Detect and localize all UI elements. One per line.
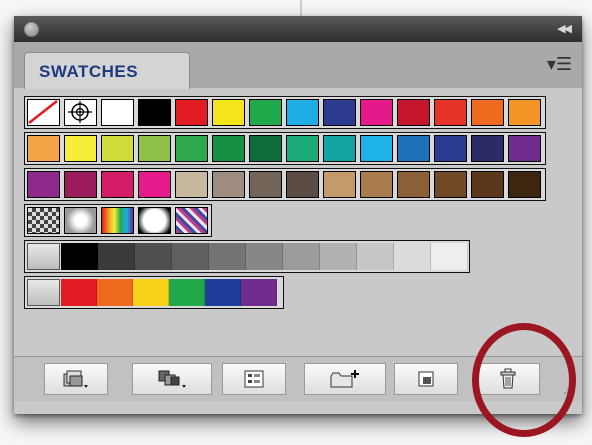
swatch[interactable] xyxy=(323,171,356,198)
color-group-folder-icon[interactable] xyxy=(27,243,60,270)
swatch-row xyxy=(24,168,546,201)
swatch[interactable] xyxy=(64,171,97,198)
highlight-circle xyxy=(472,323,576,437)
swatch[interactable] xyxy=(360,171,393,198)
swatch[interactable] xyxy=(286,135,319,162)
group-swatch[interactable] xyxy=(169,279,205,306)
swatch[interactable] xyxy=(138,171,171,198)
new-color-group-button[interactable] xyxy=(304,363,386,395)
swatch-options-icon xyxy=(244,370,264,388)
swatch[interactable] xyxy=(471,99,504,126)
swatch[interactable] xyxy=(175,171,208,198)
new-folder-icon xyxy=(330,370,359,388)
swatch[interactable] xyxy=(434,99,467,126)
swatch[interactable] xyxy=(397,171,430,198)
gray-ramp-group[interactable] xyxy=(24,240,470,273)
swatch[interactable] xyxy=(27,135,60,162)
panel-titlebar[interactable]: ◀◀ xyxy=(14,16,582,42)
show-swatch-kinds-button[interactable] xyxy=(132,363,212,395)
group-swatch[interactable] xyxy=(209,243,246,270)
swatch-libraries-button[interactable] xyxy=(44,363,108,395)
swatch[interactable] xyxy=(397,135,430,162)
swatch[interactable] xyxy=(508,135,541,162)
panel-menu-icon[interactable]: ▾☰ xyxy=(547,54,572,75)
swatch[interactable] xyxy=(286,99,319,126)
group-swatch[interactable] xyxy=(205,279,241,306)
swatch[interactable] xyxy=(212,135,245,162)
swatch[interactable] xyxy=(101,99,134,126)
collapse-icon[interactable]: ◀◀ xyxy=(557,22,572,35)
group-swatch[interactable] xyxy=(283,243,320,270)
swatch[interactable] xyxy=(434,171,467,198)
swatch[interactable] xyxy=(27,171,60,198)
swatch[interactable] xyxy=(212,171,245,198)
swatch-radial-gradient[interactable] xyxy=(138,207,171,234)
close-icon[interactable] xyxy=(24,22,39,37)
swatch[interactable] xyxy=(508,99,541,126)
group-swatch[interactable] xyxy=(98,243,135,270)
background-line xyxy=(300,0,302,16)
swatch[interactable] xyxy=(138,99,171,126)
swatch-options-button[interactable] xyxy=(222,363,286,395)
swatch[interactable] xyxy=(175,135,208,162)
group-swatch[interactable] xyxy=(394,243,431,270)
group-swatch[interactable] xyxy=(61,243,98,270)
swatch[interactable] xyxy=(138,135,171,162)
swatch[interactable] xyxy=(249,135,282,162)
tab-swatches[interactable]: SWATCHES xyxy=(24,52,190,89)
swatch[interactable] xyxy=(323,99,356,126)
swatch[interactable] xyxy=(101,135,134,162)
show-swatch-kinds-icon xyxy=(158,370,186,388)
swatch[interactable] xyxy=(323,135,356,162)
swatch-libraries-icon xyxy=(63,370,88,388)
swatch[interactable] xyxy=(471,135,504,162)
swatch[interactable] xyxy=(508,171,541,198)
swatch[interactable] xyxy=(212,99,245,126)
group-swatch[interactable] xyxy=(241,279,277,306)
color-group[interactable] xyxy=(24,276,284,309)
group-swatch[interactable] xyxy=(246,243,283,270)
swatch[interactable] xyxy=(397,99,430,126)
swatch[interactable] xyxy=(101,171,134,198)
swatch[interactable] xyxy=(64,135,97,162)
swatch[interactable] xyxy=(471,171,504,198)
swatch[interactable] xyxy=(434,135,467,162)
swatch-rainbow-gradient[interactable] xyxy=(101,207,134,234)
swatch-none[interactable] xyxy=(27,99,60,126)
swatch-row xyxy=(24,132,546,165)
swatch[interactable] xyxy=(360,135,393,162)
group-swatch[interactable] xyxy=(431,243,468,270)
group-swatch[interactable] xyxy=(135,243,172,270)
pattern-row xyxy=(24,204,212,237)
group-swatch[interactable] xyxy=(320,243,357,270)
swatch[interactable] xyxy=(249,171,282,198)
tab-bar: SWATCHES ▾☰ xyxy=(14,42,582,89)
group-swatch[interactable] xyxy=(61,279,97,306)
group-swatch[interactable] xyxy=(133,279,169,306)
swatch-soft-dots-pattern[interactable] xyxy=(64,207,97,234)
swatch[interactable] xyxy=(360,99,393,126)
swatch[interactable] xyxy=(286,171,319,198)
color-group-folder-icon[interactable] xyxy=(27,279,60,306)
swatch[interactable] xyxy=(249,99,282,126)
swatch-paisley-pattern[interactable] xyxy=(175,207,208,234)
swatch[interactable] xyxy=(175,99,208,126)
swatch-checker-pattern[interactable] xyxy=(27,207,60,234)
swatch-registration[interactable] xyxy=(64,99,97,126)
group-swatch[interactable] xyxy=(357,243,394,270)
tab-label: SWATCHES xyxy=(39,62,139,81)
group-swatch[interactable] xyxy=(172,243,209,270)
swatch-row xyxy=(24,96,546,129)
new-swatch-icon xyxy=(418,371,434,387)
new-swatch-button[interactable] xyxy=(394,363,458,395)
group-swatch[interactable] xyxy=(97,279,133,306)
